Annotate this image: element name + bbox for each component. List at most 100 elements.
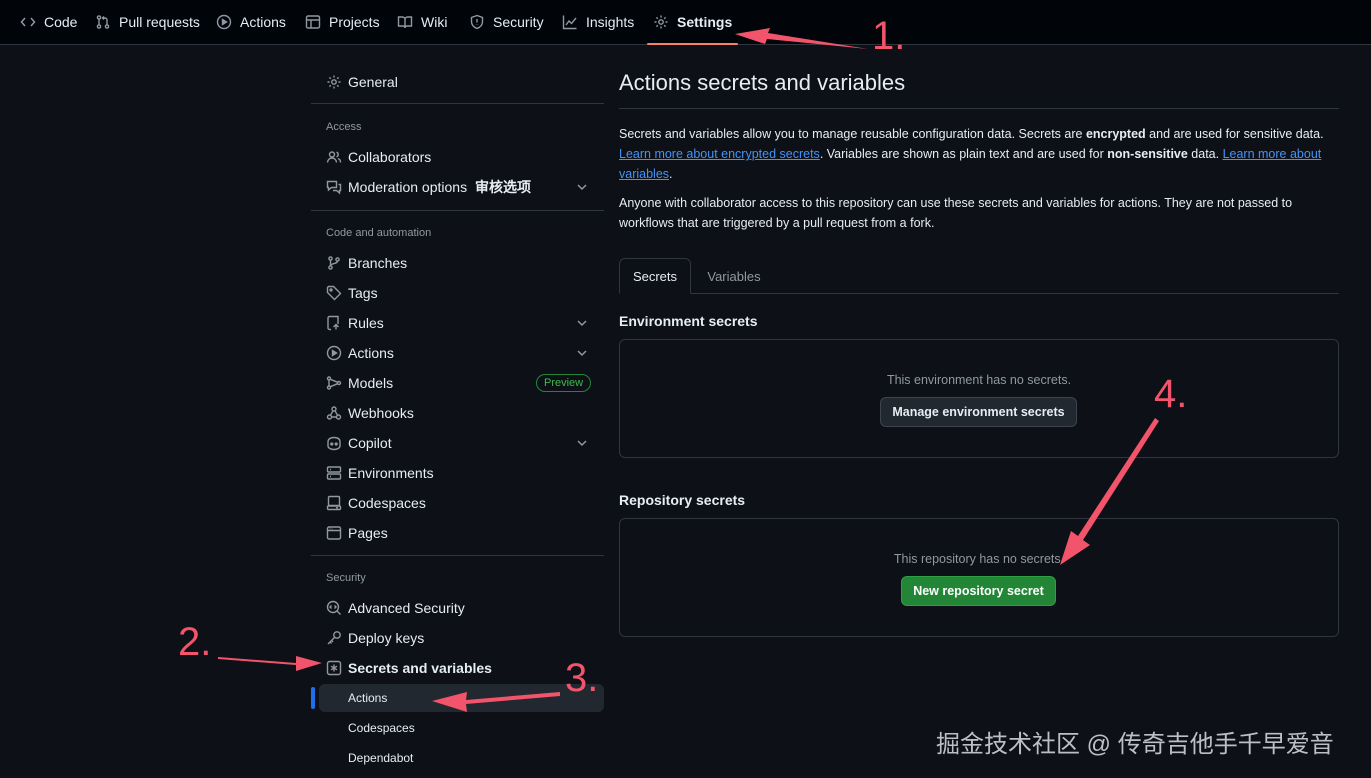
sidebar-subitem-label: Codespaces [348, 721, 415, 735]
key-icon [326, 630, 342, 646]
chevron-down-icon [575, 436, 589, 450]
sidebar-item-collaborators[interactable]: Collaborators [311, 142, 604, 172]
tab-label: Variables [707, 268, 761, 284]
chevron-down-icon [575, 346, 589, 360]
sidebar-subitem-actions[interactable]: Actions [319, 684, 604, 712]
sidebar-item-general[interactable]: General [311, 67, 604, 97]
server-icon [326, 465, 342, 481]
intro-text: Secrets and variables allow you to manag… [619, 127, 1086, 141]
play-circle-icon [216, 14, 232, 30]
sidebar-item-environments[interactable]: Environments [311, 458, 604, 488]
sidebar-item-tags[interactable]: Tags [311, 278, 604, 308]
asterisk-box-icon [326, 660, 342, 676]
gear-icon [653, 14, 669, 30]
access-note: Anyone with collaborator access to this … [619, 196, 1293, 230]
sidebar-item-label: Moderation options [348, 179, 468, 195]
nav-tab-wiki[interactable]: Wiki [397, 0, 447, 44]
sidebar-item-label: Secrets and variables [348, 660, 492, 676]
sidebar-item-label: Pages [348, 525, 388, 541]
nav-tab-label: Wiki [421, 14, 448, 30]
codespaces-icon [326, 495, 342, 511]
sidebar-item-label: General [348, 74, 398, 90]
nav-tab-code[interactable]: Code [20, 0, 77, 44]
nav-tab-label: Code [44, 14, 78, 30]
models-icon [326, 375, 342, 391]
codescan-icon [326, 600, 342, 616]
sidebar-item-deploy-keys[interactable]: Deploy keys [311, 623, 604, 653]
selected-indicator [311, 687, 315, 709]
intro-text: . Variables are shown as plain text and … [819, 147, 1108, 161]
sidebar-divider [311, 555, 604, 556]
tab-secrets[interactable]: Secrets [619, 258, 691, 294]
annotation-step-1: 1. [872, 14, 906, 58]
sidebar-heading-code-automation: Code and automation [326, 227, 432, 239]
annotation-step-4: 4. [1154, 372, 1188, 416]
learn-more-secrets-link[interactable]: Learn more about encrypted secrets [619, 147, 820, 161]
sidebar-item-codespaces[interactable]: Codespaces [311, 488, 604, 518]
sidebar-item-label: Rules [348, 315, 384, 331]
sidebar-item-webhooks[interactable]: Webhooks [311, 398, 604, 428]
nav-tab-label: Projects [329, 14, 380, 30]
sidebar-item-label: Models [348, 375, 394, 391]
manage-environment-secrets-button[interactable]: Manage environment secrets [880, 397, 1077, 427]
code-icon [20, 14, 36, 30]
sidebar-item-moderation[interactable]: Moderation options 审核选项 [311, 172, 604, 202]
environment-secrets-heading: Environment secrets [619, 313, 758, 329]
nav-tab-label: Pull requests [119, 14, 200, 30]
repository-secrets-heading: Repository secrets [619, 492, 746, 508]
sidebar-subitem-label: Actions [348, 691, 388, 705]
sidebar-item-label: Branches [348, 255, 408, 271]
sidebar-subitem-dependabot[interactable]: Dependabot [319, 744, 604, 772]
title-divider [619, 108, 1339, 109]
moderation-annotation-text: 审核选项 [475, 179, 531, 195]
sidebar-heading-access: Access [326, 121, 362, 133]
sidebar-item-models[interactable]: Models Preview [311, 368, 604, 398]
chevron-down-icon [575, 180, 589, 194]
sidebar-item-secrets-and-variables[interactable]: Secrets and variables [311, 653, 604, 683]
sidebar-subitem-codespaces[interactable]: Codespaces [319, 714, 604, 742]
people-icon [326, 149, 342, 165]
play-circle-icon [326, 345, 342, 361]
new-repository-secret-button[interactable]: New repository secret [901, 576, 1056, 606]
nav-tab-label: Settings [677, 14, 733, 30]
sidebar-item-label: Codespaces [348, 495, 426, 511]
intro-text: . [669, 167, 673, 181]
repository-empty-text: This repository has no secrets. [893, 552, 1065, 566]
sidebar-item-label: Deploy keys [348, 630, 425, 646]
graph-icon [562, 14, 578, 30]
nav-tab-pull-requests[interactable]: Pull requests [95, 0, 200, 44]
nav-tab-projects[interactable]: Projects [305, 0, 380, 44]
sidebar-divider [311, 210, 604, 211]
tab-label: Secrets [632, 268, 678, 284]
arrow-step-2 [218, 656, 322, 671]
chevron-down-icon [575, 316, 589, 330]
nav-tab-label: Actions [240, 14, 286, 30]
webhook-icon [326, 405, 342, 421]
annotation-step-3: 3. [565, 656, 599, 700]
repo-nav: Code Pull requests Actions Projects Wiki… [0, 0, 1371, 45]
table-icon [305, 14, 321, 30]
repo-push-icon [326, 315, 342, 331]
sidebar-divider [311, 103, 604, 104]
sidebar-item-pages[interactable]: Pages [311, 518, 604, 548]
watermark: 掘金技术社区 @ 传奇吉他手千早爱音 [936, 731, 1334, 758]
annotation-step-2: 2. [178, 620, 212, 664]
tab-variables[interactable]: Variables [695, 258, 773, 294]
sidebar-item-copilot[interactable]: Copilot [311, 428, 604, 458]
nav-tab-insights[interactable]: Insights [562, 0, 634, 44]
sidebar-heading-security: Security [326, 572, 366, 584]
pull-request-icon [95, 14, 111, 30]
sidebar-item-actions[interactable]: Actions [311, 338, 604, 368]
nav-tab-actions[interactable]: Actions [216, 0, 286, 44]
intro-text: data. [1187, 147, 1223, 161]
sidebar-item-branches[interactable]: Branches [311, 248, 604, 278]
browser-icon [326, 525, 342, 541]
book-icon [397, 14, 413, 30]
sidebar-item-advanced-security[interactable]: Advanced Security [311, 593, 604, 623]
environment-secrets-box: This environment has no secrets. Manage … [619, 339, 1339, 458]
intro-bold: non-sensitive [1107, 147, 1188, 161]
sidebar-item-rules[interactable]: Rules [311, 308, 604, 338]
nav-tab-settings[interactable]: Settings [646, 0, 739, 45]
nav-tab-security[interactable]: Security [469, 0, 544, 44]
copilot-icon [326, 435, 342, 451]
